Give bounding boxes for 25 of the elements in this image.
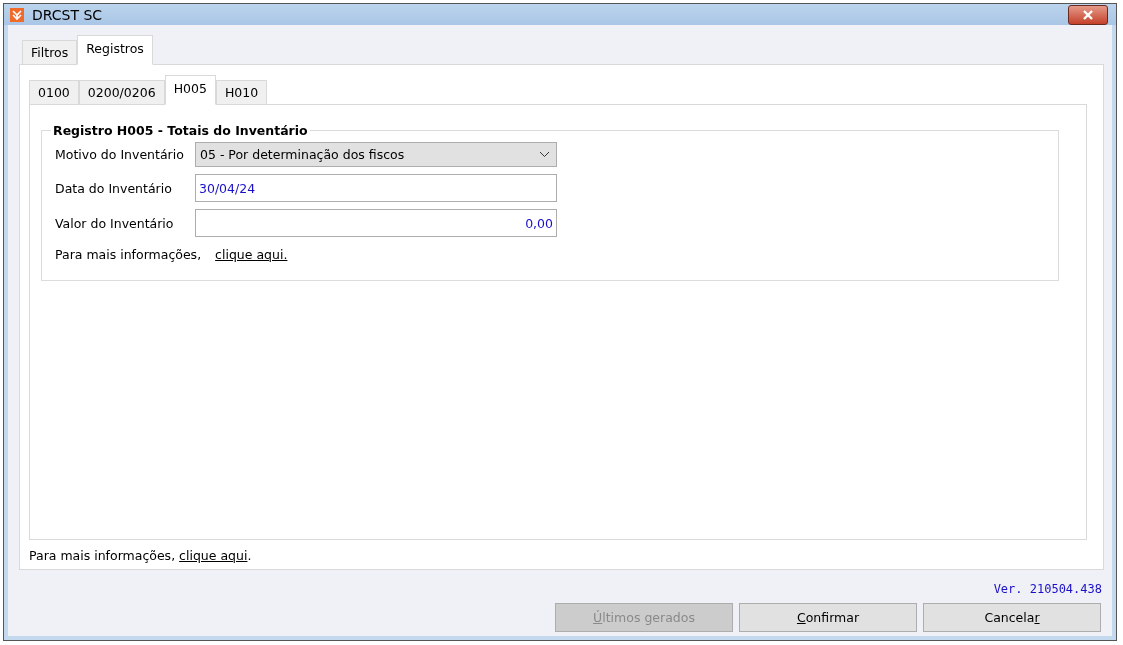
- field-label: Data do Inventário: [55, 180, 173, 196]
- dialog-button[interactable]: Confirmar: [739, 603, 917, 632]
- tab[interactable]: Registros: [77, 35, 153, 65]
- group-title: Registro H005 - Totais do Inventário: [52, 123, 309, 138]
- window-title: DRCST SC: [32, 6, 104, 23]
- input-field[interactable]: 30/04/24: [195, 174, 557, 202]
- close-icon: [1082, 9, 1094, 20]
- tab[interactable]: 0100: [29, 80, 79, 105]
- dialog-button[interactable]: Cancelar: [923, 603, 1101, 632]
- tab[interactable]: H005: [164, 75, 216, 105]
- help-link[interactable]: clique aqui.: [215, 247, 288, 262]
- tab[interactable]: Filtros: [22, 40, 78, 65]
- dropdown[interactable]: 05 - Por determinação dos fiscos: [195, 142, 557, 167]
- period-text: .: [247, 548, 252, 563]
- app-logo-icon: [10, 7, 24, 22]
- input-field[interactable]: 0,00: [195, 209, 557, 237]
- field-label: Valor do Inventário: [55, 215, 175, 231]
- close-button[interactable]: [1068, 4, 1108, 25]
- info-text: Para mais informações,: [55, 247, 202, 262]
- tab[interactable]: 0200/0206: [78, 80, 165, 105]
- info-text: Para mais informações,: [29, 548, 177, 563]
- version-text: Ver. 210504.438: [993, 582, 1102, 596]
- tab[interactable]: H010: [215, 80, 268, 105]
- field-label: Motivo do Inventário: [55, 147, 185, 162]
- chevron-down-icon: [539, 151, 550, 158]
